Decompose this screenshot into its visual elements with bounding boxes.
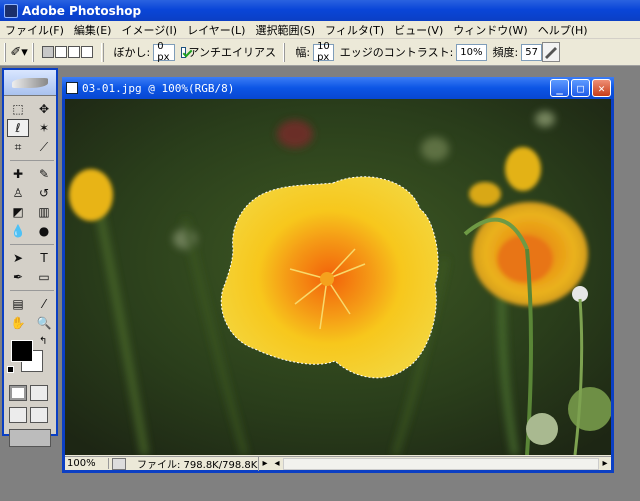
mask-mode-group <box>4 382 56 404</box>
status-bar: 100% ファイル: 798.8K/798.8K ▸ ◂ ▸ <box>65 456 611 471</box>
gradient-tool-icon[interactable]: ▥ <box>33 203 55 221</box>
image-canvas[interactable] <box>65 99 611 455</box>
toolbox-header[interactable] <box>4 70 56 96</box>
flower-photo <box>65 99 611 455</box>
app-title-bar: Adobe Photoshop <box>0 0 640 21</box>
menu-filter[interactable]: フィルタ(T) <box>320 22 389 38</box>
pen-tool-icon[interactable]: ✒ <box>7 268 29 286</box>
healing-brush-tool-icon[interactable]: ✚ <box>7 165 29 183</box>
new-selection-button[interactable] <box>42 46 55 58</box>
quick-mask-mode-button[interactable] <box>30 385 48 401</box>
feather-label: ぼかし: <box>113 46 151 59</box>
edge-contrast-input[interactable]: 10% <box>456 43 487 61</box>
full-screen-menu-mode-button[interactable] <box>30 407 48 423</box>
pen-pressure-button[interactable] <box>542 42 560 62</box>
menu-file[interactable]: ファイル(F) <box>0 22 69 38</box>
dodge-tool-icon[interactable]: ● <box>33 222 55 240</box>
menu-image[interactable]: イメージ(I) <box>116 22 182 38</box>
window-controls: _ □ ✕ <box>550 79 611 97</box>
toolbox-divider <box>10 244 54 245</box>
status-menu-arrow-icon[interactable]: ▸ <box>259 458 271 469</box>
options-divider <box>31 42 35 62</box>
clone-stamp-tool-icon[interactable]: ♙ <box>7 184 29 202</box>
magic-wand-tool-icon[interactable]: ✶ <box>33 119 55 137</box>
magnetic-lasso-icon: ✐▾ <box>10 44 28 60</box>
standard-mode-button[interactable] <box>9 385 27 401</box>
hand-tool-icon[interactable]: ✋ <box>7 314 29 332</box>
width-input[interactable]: 10 px <box>313 41 334 63</box>
feather-input[interactable]: 0 px <box>153 41 176 63</box>
status-icon <box>112 457 126 470</box>
eraser-tool-icon[interactable]: ◩ <box>7 203 29 221</box>
menu-edit[interactable]: 編集(E) <box>69 22 117 38</box>
zoom-level[interactable]: 100% <box>65 458 109 469</box>
menu-window[interactable]: ウィンドウ(W) <box>448 22 532 38</box>
options-divider <box>101 42 104 62</box>
selection-mode-group <box>42 46 94 58</box>
swap-colors-icon[interactable]: ↰ <box>39 336 47 347</box>
blur-tool-icon[interactable]: 💧 <box>7 222 29 240</box>
document-title-bar[interactable]: 03-01.jpg @ 100%(RGB/8) _ □ ✕ <box>62 77 614 99</box>
history-brush-tool-icon[interactable]: ↺ <box>33 184 55 202</box>
path-selection-tool-icon[interactable]: ➤ <box>7 249 29 267</box>
maximize-button[interactable]: □ <box>571 79 590 97</box>
width-label: 幅: <box>295 46 311 59</box>
lasso-tool-icon[interactable]: ℓ <box>7 119 29 137</box>
slice-tool-icon[interactable]: ⟋ <box>33 138 55 156</box>
document-title: 03-01.jpg @ 100%(RGB/8) <box>82 81 235 95</box>
marquee-tool-icon[interactable]: ⬚ <box>7 100 29 118</box>
tool-preset-picker[interactable]: ✐▾ <box>10 42 27 62</box>
options-bar: ✐▾ ぼかし: 0 px アンチエイリアス 幅: 10 px エッジのコントラス… <box>0 39 640 66</box>
zoom-tool-icon[interactable]: 🔍 <box>33 314 55 332</box>
toolbox-divider <box>10 290 54 291</box>
app-title: Adobe Photoshop <box>22 3 142 18</box>
foreground-color-swatch[interactable] <box>11 340 33 362</box>
standard-screen-mode-button[interactable] <box>9 407 27 423</box>
frequency-label: 頻度: <box>492 46 519 59</box>
jump-to-imageready-button[interactable] <box>9 429 51 447</box>
edge-contrast-label: エッジのコントラスト: <box>339 46 454 59</box>
add-selection-button[interactable] <box>55 46 68 58</box>
document-window: 03-01.jpg @ 100%(RGB/8) _ □ ✕ 100% ファイル:… <box>62 77 614 473</box>
menu-help[interactable]: ヘルプ(H) <box>533 22 593 38</box>
subtract-selection-button[interactable] <box>68 46 81 58</box>
jump-to-imageready-row <box>4 426 56 450</box>
menu-view[interactable]: ビュー(V) <box>389 22 448 38</box>
move-tool-icon[interactable]: ✥ <box>33 100 55 118</box>
menu-bar: ファイル(F) 編集(E) イメージ(I) レイヤー(L) 選択範囲(S) フィ… <box>0 21 640 39</box>
scroll-right-icon[interactable]: ▸ <box>599 458 611 469</box>
menu-select[interactable]: 選択範囲(S) <box>250 22 320 38</box>
options-grip[interactable] <box>4 42 7 62</box>
file-size-info: ファイル: 798.8K/798.8K <box>129 456 259 471</box>
type-tool-icon[interactable]: T <box>33 249 55 267</box>
crop-tool-icon[interactable]: ⌗ <box>7 138 29 156</box>
default-colors-icon[interactable] <box>7 366 14 373</box>
brush-tool-icon[interactable]: ✎ <box>33 165 55 183</box>
notes-tool-icon[interactable]: ▤ <box>7 295 29 313</box>
antialias-checkbox[interactable] <box>181 46 187 58</box>
frequency-input[interactable]: 57 <box>521 43 542 61</box>
document-icon <box>66 82 78 94</box>
photoshop-icon <box>4 3 18 18</box>
color-swatches: ↰ <box>7 336 53 378</box>
pen-icon <box>545 47 557 59</box>
feather-logo-icon <box>12 77 48 88</box>
scroll-left-icon[interactable]: ◂ <box>271 458 283 469</box>
close-button[interactable]: ✕ <box>592 79 611 97</box>
toolbox-divider <box>10 160 54 161</box>
horizontal-scrollbar[interactable] <box>283 457 599 470</box>
toolbox: ⬚ ✥ ℓ ✶ ⌗ ⟋ ✚ ✎ ♙ ↺ ◩ ▥ 💧 ● ➤ T ✒ ▭ ▤ ⁄ … <box>2 68 58 447</box>
options-divider <box>282 42 286 62</box>
screen-mode-group <box>4 404 56 426</box>
shape-tool-icon[interactable]: ▭ <box>33 268 55 286</box>
antialias-label: アンチエイリアス <box>188 46 276 59</box>
intersect-selection-button[interactable] <box>81 46 94 58</box>
eyedropper-tool-icon[interactable]: ⁄ <box>33 295 55 313</box>
menu-layer[interactable]: レイヤー(L) <box>182 22 250 38</box>
minimize-button[interactable]: _ <box>550 79 569 97</box>
